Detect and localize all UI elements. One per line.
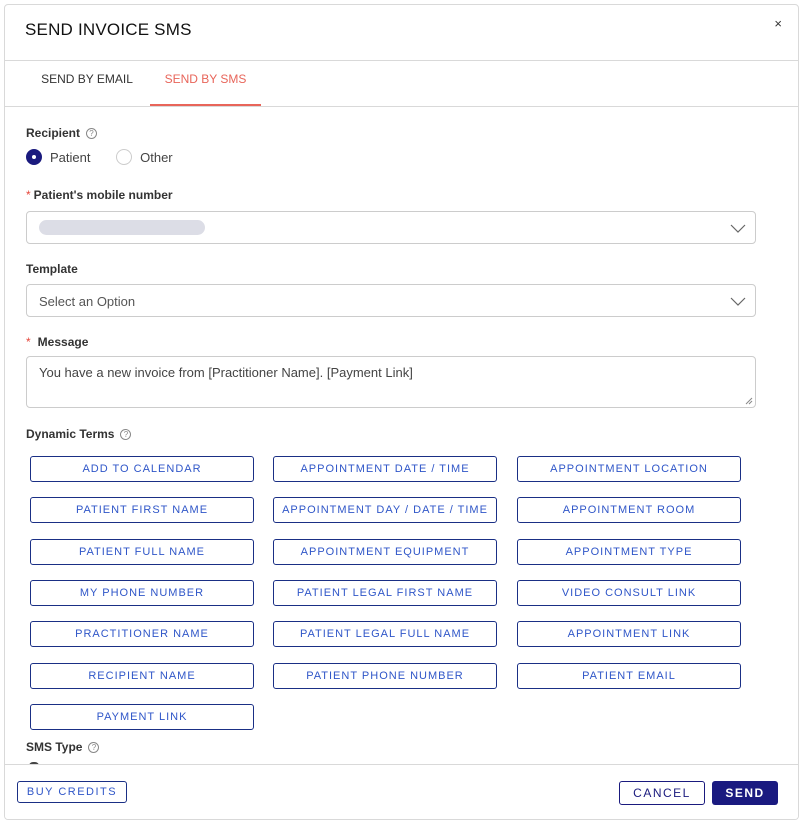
radio-other-label: Other: [140, 149, 173, 165]
dynamic-terms-label-text: Dynamic Terms: [26, 427, 115, 441]
term-appointment-room[interactable]: APPOINTMENT ROOM: [517, 497, 741, 523]
sms-type-label: SMS Type?: [26, 740, 100, 754]
send-invoice-sms-dialog: SEND INVOICE SMS × SEND BY EMAIL SEND BY…: [4, 4, 799, 820]
close-icon[interactable]: ×: [774, 16, 782, 31]
term-patient-legal-first-name[interactable]: PATIENT LEGAL FIRST NAME: [273, 580, 497, 606]
dialog-header: SEND INVOICE SMS ×: [5, 5, 798, 61]
term-my-phone-number[interactable]: MY PHONE NUMBER: [30, 580, 254, 606]
required-mark: *: [26, 188, 31, 202]
term-patient-legal-full-name[interactable]: PATIENT LEGAL FULL NAME: [273, 621, 497, 647]
template-select[interactable]: Select an Option: [26, 284, 756, 317]
radio-patient-dot[interactable]: [26, 149, 42, 165]
recipient-radio-group: Patient Other: [26, 149, 195, 168]
send-button[interactable]: SEND: [712, 781, 778, 805]
template-label: Template: [26, 262, 78, 276]
chevron-down-icon: [730, 224, 746, 233]
term-patient-full-name[interactable]: PATIENT FULL NAME: [30, 539, 254, 565]
required-mark: *: [26, 335, 31, 349]
radio-patient-label: Patient: [50, 149, 91, 165]
buy-credits-button[interactable]: BUY CREDITS: [17, 781, 127, 803]
term-appointment-date-time[interactable]: APPOINTMENT DATE / TIME: [273, 456, 497, 482]
radio-other-dot[interactable]: [116, 149, 133, 165]
term-video-consult-link[interactable]: VIDEO CONSULT LINK: [517, 580, 741, 606]
dialog-body: Recipient? Patient Other * Patient's mobi…: [5, 109, 798, 764]
dialog-title: SEND INVOICE SMS: [25, 20, 192, 39]
term-appointment-day-date-time[interactable]: APPOINTMENT DAY / DATE / TIME: [273, 497, 497, 523]
tab-bar: SEND BY EMAIL SEND BY SMS: [5, 61, 798, 107]
mobile-number-label-text: Patient's mobile number: [33, 188, 173, 202]
term-add-to-calendar[interactable]: ADD TO CALENDAR: [30, 456, 254, 482]
term-patient-phone-number[interactable]: PATIENT PHONE NUMBER: [273, 663, 497, 689]
message-value: You have a new invoice from [Practitione…: [39, 365, 413, 380]
dynamic-terms-label: Dynamic Terms?: [26, 427, 132, 441]
term-practitioner-name[interactable]: PRACTITIONER NAME: [30, 621, 254, 647]
redacted-value: [39, 220, 205, 235]
term-patient-email[interactable]: PATIENT EMAIL: [517, 663, 741, 689]
resize-grip-icon[interactable]: [745, 397, 753, 405]
recipient-label-text: Recipient: [26, 126, 81, 140]
tab-send-by-email[interactable]: SEND BY EMAIL: [27, 61, 147, 106]
term-appointment-link[interactable]: APPOINTMENT LINK: [517, 621, 741, 647]
message-textarea[interactable]: You have a new invoice from [Practitione…: [26, 356, 756, 408]
help-icon[interactable]: ?: [120, 429, 132, 440]
sms-type-label-text: SMS Type: [26, 740, 83, 754]
recipient-label: Recipient?: [26, 126, 98, 140]
chevron-down-icon: [730, 297, 746, 306]
message-label-text: Message: [37, 335, 89, 349]
mobile-number-label: * Patient's mobile number: [26, 188, 173, 202]
dialog-footer: BUY CREDITS CANCEL SEND: [5, 764, 798, 819]
term-recipient-name[interactable]: RECIPIENT NAME: [30, 663, 254, 689]
tab-send-by-sms[interactable]: SEND BY SMS: [150, 61, 261, 106]
template-placeholder: Select an Option: [39, 294, 136, 309]
term-payment-link[interactable]: PAYMENT LINK: [30, 704, 254, 730]
message-label: * Message: [26, 335, 88, 349]
radio-other[interactable]: Other: [116, 149, 173, 165]
term-appointment-equipment[interactable]: APPOINTMENT EQUIPMENT: [273, 539, 497, 565]
term-appointment-location[interactable]: APPOINTMENT LOCATION: [517, 456, 741, 482]
term-appointment-type[interactable]: APPOINTMENT TYPE: [517, 539, 741, 565]
help-icon[interactable]: ?: [86, 128, 98, 139]
cancel-button[interactable]: CANCEL: [619, 781, 705, 805]
term-patient-first-name[interactable]: PATIENT FIRST NAME: [30, 497, 254, 523]
mobile-number-select[interactable]: [26, 211, 756, 244]
radio-patient[interactable]: Patient: [26, 149, 90, 165]
help-icon[interactable]: ?: [88, 742, 100, 753]
